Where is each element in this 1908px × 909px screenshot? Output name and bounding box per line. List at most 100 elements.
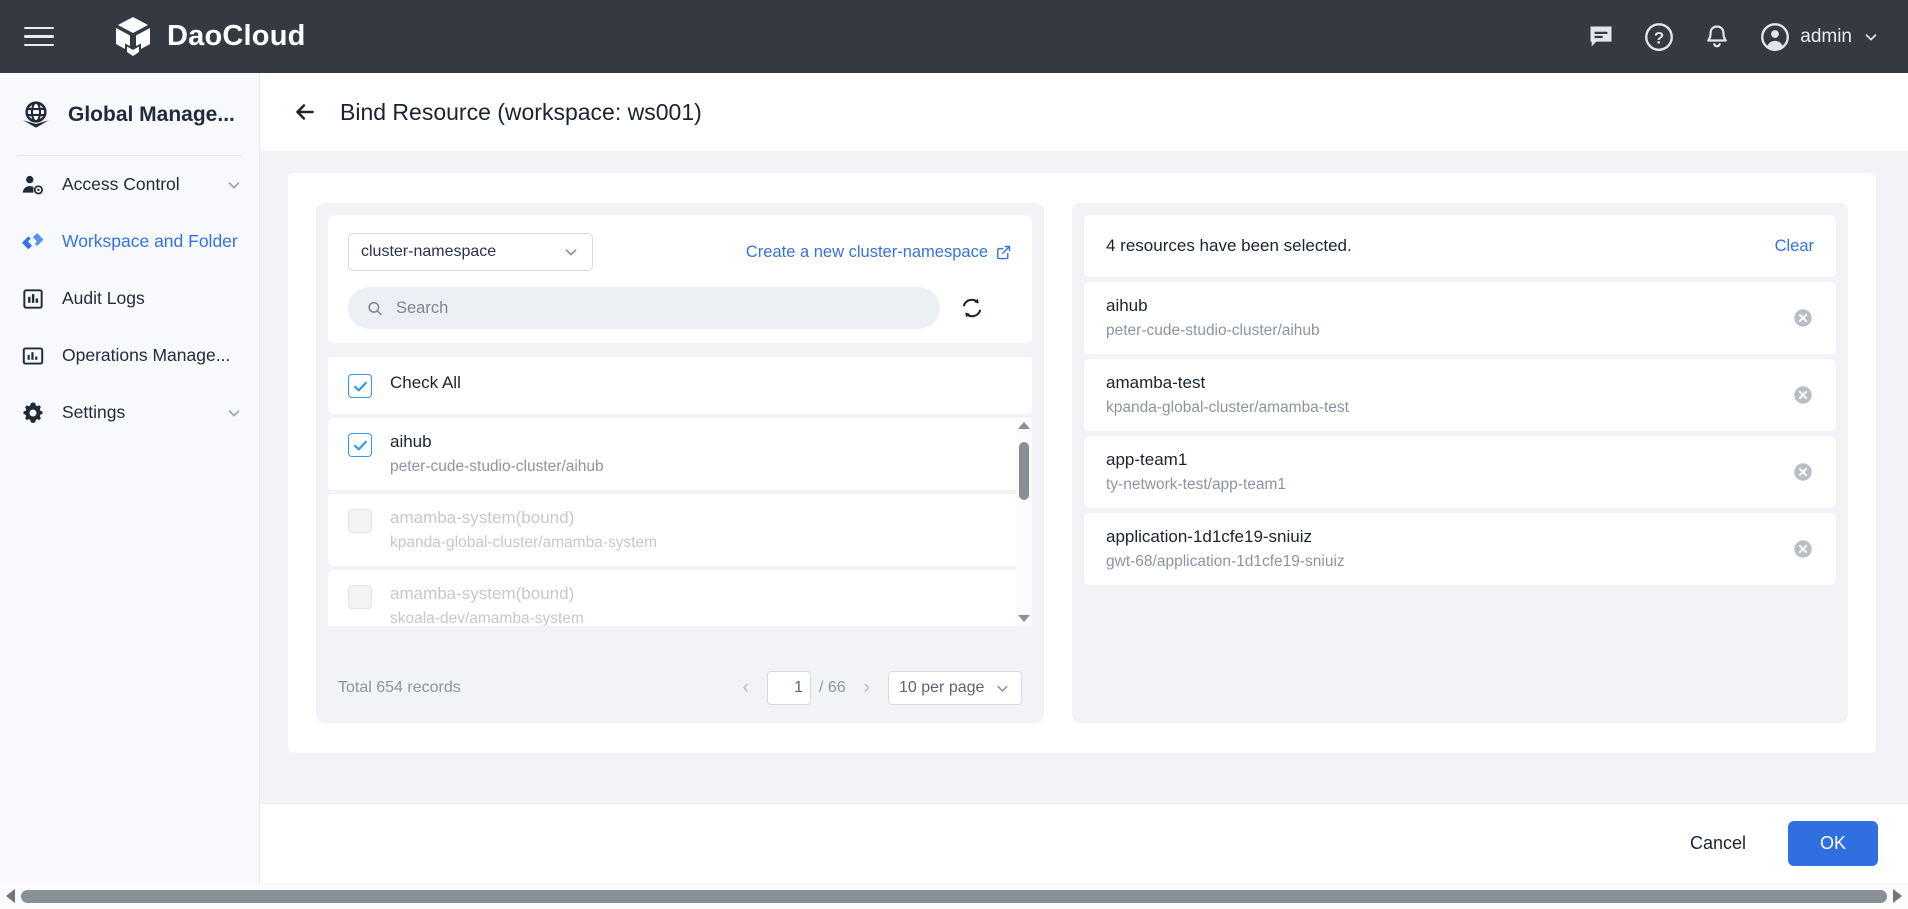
row-title: amamba-system(bound) [390,508,657,528]
row-title: aihub [390,432,604,452]
sidebar: Global Manage... Access Control Workspac… [0,73,260,909]
scroll-down-arrow-icon[interactable] [1018,615,1030,622]
remove-icon[interactable] [1792,461,1814,483]
selected-item: app-team1 ty-network-test/app-team1 [1084,436,1836,508]
create-cluster-namespace-link[interactable]: Create a new cluster-namespace [746,243,1012,262]
horizontal-scrollbar[interactable] [0,883,1908,909]
remove-icon[interactable] [1792,384,1814,406]
check-all-row[interactable]: Check All [328,357,1032,414]
selected-count-label: 4 resources have been selected. [1106,236,1352,256]
topbar-actions: ? admin [1586,22,1880,52]
row-checkbox [348,585,372,609]
list-item: amamba-system(bound) kpanda-global-clust… [328,494,1032,566]
user-menu[interactable]: admin [1760,22,1880,52]
chevron-down-icon [562,243,580,261]
chat-icon[interactable] [1586,22,1616,52]
selected-summary: 4 resources have been selected. Clear [1084,215,1836,277]
scroll-up-arrow-icon[interactable] [1018,422,1030,429]
daocloud-logo-icon [113,16,153,58]
selected-item-subtitle: kpanda-global-cluster/amamba-test [1106,399,1349,417]
page-number-input-box[interactable] [767,671,811,705]
brand-name: DaoCloud [167,20,306,53]
sidebar-item-workspace-and-folder[interactable]: Workspace and Folder [0,213,259,270]
cancel-button[interactable]: Cancel [1676,823,1760,864]
selected-item: application-1d1cfe19-sniuiz gwt-68/appli… [1084,513,1836,585]
search-box[interactable] [348,287,940,329]
chevron-down-icon [225,176,243,194]
list-item[interactable]: aihub peter-cude-studio-cluster/aihub [328,418,1032,490]
scroll-left-arrow-icon[interactable] [6,889,15,903]
content-area: cluster-namespace Create a new cluster-n… [260,151,1908,881]
chevron-down-icon [994,680,1011,697]
chevron-down-icon [225,404,243,422]
sidebar-item-operations-management[interactable]: Operations Manage... [0,327,259,384]
selected-item-subtitle: peter-cude-studio-cluster/aihub [1106,322,1320,340]
user-name: admin [1800,26,1852,48]
check-all-checkbox[interactable] [348,374,372,398]
selected-resources-panel: 4 resources have been selected. Clear ai… [1072,203,1848,723]
avatar-icon [1760,22,1790,52]
selected-item-subtitle: ty-network-test/app-team1 [1106,476,1286,494]
create-link-label: Create a new cluster-namespace [746,243,988,262]
back-arrow-icon[interactable] [292,99,318,125]
next-page-button[interactable]: › [860,677,874,699]
list-vertical-scrollbar[interactable] [1016,418,1032,626]
per-page-value: 10 per page [899,679,994,697]
user-settings-icon [20,172,46,198]
resource-type-select[interactable]: cluster-namespace [348,233,593,271]
resource-controls: cluster-namespace Create a new cluster-n… [348,233,1012,271]
external-link-icon [995,244,1012,261]
search-input[interactable] [396,299,922,318]
row-subtitle: kpanda-global-cluster/amamba-system [390,534,657,552]
row-checkbox[interactable] [348,433,372,457]
bell-icon[interactable] [1702,22,1732,52]
ok-button[interactable]: OK [1788,821,1878,866]
page-number-input[interactable] [768,679,803,697]
prev-page-button[interactable]: ‹ [739,677,753,699]
globe-icon [18,97,54,133]
total-records-label: Total 654 records [338,679,461,697]
help-icon[interactable]: ? [1644,22,1674,52]
selected-item-title: application-1d1cfe19-sniuiz [1106,527,1345,547]
main-content: Bind Resource (workspace: ws001) cluster… [260,73,1908,909]
resource-browser-panel: cluster-namespace Create a new cluster-n… [316,203,1044,723]
pagination-controls: ‹ / 66 › 10 per page [739,671,1022,705]
horizontal-scrollbar-thumb[interactable] [21,890,1887,903]
dialog-footer: Cancel OK [260,803,1908,883]
remove-icon[interactable] [1792,538,1814,560]
workspace-icon [20,229,46,255]
total-pages-label: / 66 [819,679,846,697]
refresh-icon[interactable] [958,294,986,322]
top-bar: DaoCloud ? [0,0,1908,73]
sidebar-item-audit-logs[interactable]: Audit Logs [0,270,259,327]
sidebar-item-access-control[interactable]: Access Control [0,156,259,213]
list-item: amamba-system(bound) skoala-dev/amamba-s… [328,570,1032,626]
page-title: Bind Resource (workspace: ws001) [340,99,702,126]
remove-icon[interactable] [1792,307,1814,329]
hamburger-icon[interactable] [24,20,58,54]
scrollbar-thumb[interactable] [1019,442,1029,500]
selected-item-title: aihub [1106,296,1320,316]
bind-resource-card: cluster-namespace Create a new cluster-n… [288,173,1876,753]
pagination: Total 654 records ‹ / 66 › 10 per page [328,655,1032,711]
sidebar-item-label: Access Control [62,174,209,195]
clear-selection-button[interactable]: Clear [1775,237,1814,256]
selected-item-title: amamba-test [1106,373,1349,393]
selected-item: aihub peter-cude-studio-cluster/aihub [1084,282,1836,354]
sidebar-item-label: Settings [62,402,209,423]
sidebar-header[interactable]: Global Manage... [0,73,259,155]
scroll-right-arrow-icon[interactable] [1893,889,1902,903]
row-subtitle: peter-cude-studio-cluster/aihub [390,458,604,476]
chevron-down-icon [1862,28,1880,46]
row-checkbox [348,509,372,533]
sidebar-item-label: Audit Logs [62,288,243,309]
per-page-select[interactable]: 10 per page [888,671,1022,705]
resource-type-value: cluster-namespace [361,243,562,261]
resource-browser-inner: cluster-namespace Create a new cluster-n… [328,215,1032,343]
page-header: Bind Resource (workspace: ws001) [260,73,1908,151]
operations-icon [20,343,46,369]
sidebar-item-settings[interactable]: Settings [0,384,259,441]
brand-logo-group[interactable]: DaoCloud [113,16,306,58]
svg-text:?: ? [1654,28,1664,47]
audit-icon [20,286,46,312]
